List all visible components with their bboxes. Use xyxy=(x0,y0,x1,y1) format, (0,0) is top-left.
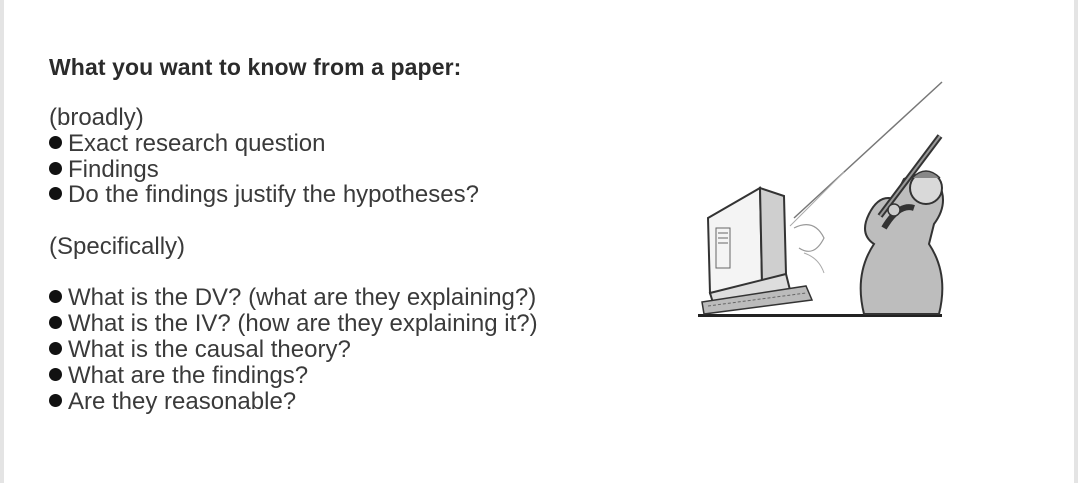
bullet-icon xyxy=(49,368,62,381)
broadly-item-2: Findings xyxy=(49,157,159,183)
specifically-item-4: What are the findings? xyxy=(49,363,308,389)
specifically-item-1: What is the DV? (what are they explainin… xyxy=(49,285,536,311)
specifically-item-2: What is the IV? (how are they explaining… xyxy=(49,311,538,337)
broadly-item-3: Do the findings justify the hypotheses? xyxy=(49,182,479,208)
slide-title: What you want to know from a paper: xyxy=(49,54,462,80)
bullet-icon xyxy=(49,342,62,355)
bullet-icon xyxy=(49,316,62,329)
bullet-icon xyxy=(49,136,62,149)
broadly-item-1: Exact research question xyxy=(49,131,325,157)
broadly-heading: (broadly) xyxy=(49,104,144,131)
specifically-item-3: What is the causal theory? xyxy=(49,337,351,363)
bullet-icon xyxy=(49,162,62,175)
bullet-icon xyxy=(49,187,62,200)
slide-page: What you want to know from a paper: (bro… xyxy=(4,0,1074,483)
bullet-icon xyxy=(49,394,62,407)
bullet-icon xyxy=(49,290,62,303)
specifically-item-5: Are they reasonable? xyxy=(49,389,296,415)
specifically-heading: (Specifically) xyxy=(49,233,186,260)
cartoon-man-shooting-computer-illustration xyxy=(698,81,944,317)
